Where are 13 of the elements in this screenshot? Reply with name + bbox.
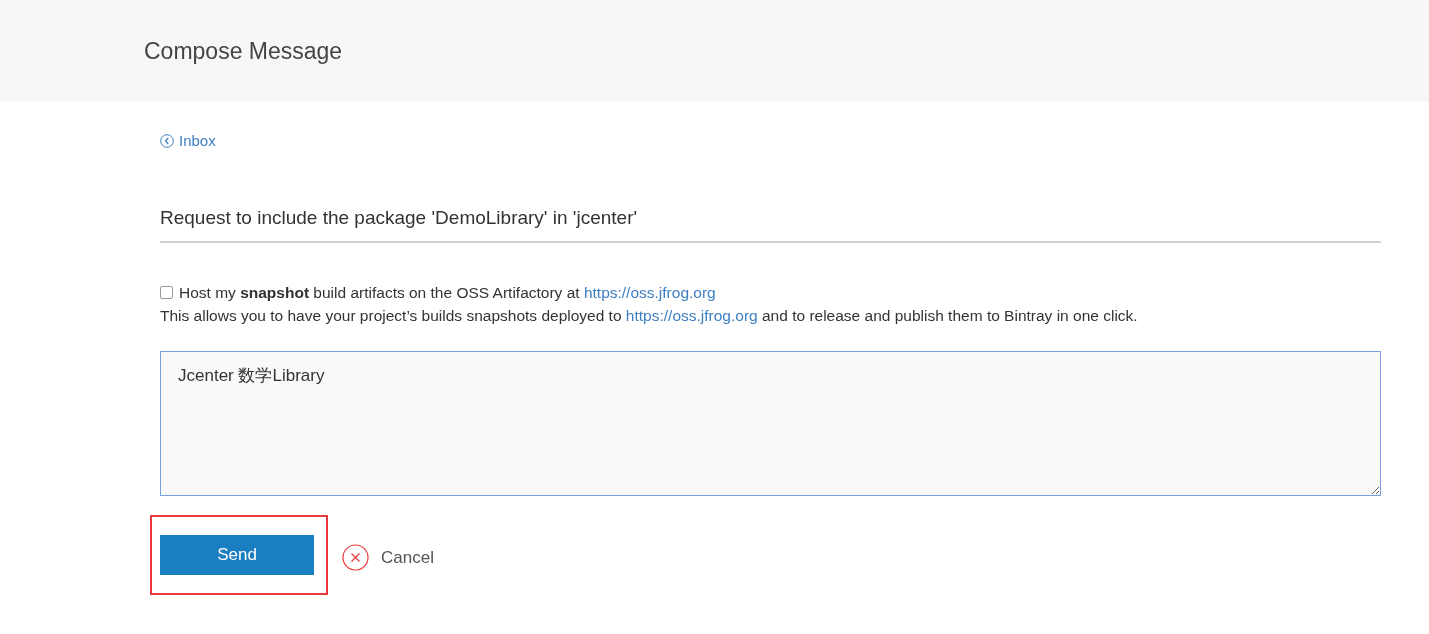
oss-link[interactable]: https://oss.jfrog.org (625, 306, 758, 324)
close-icon (342, 544, 369, 571)
page-title: Compose Message (144, 37, 343, 65)
oss-link[interactable]: https://oss.jfrog.org (583, 283, 716, 301)
checkbox-label: Host my snapshot build artifacts on the OSS Artifactory at https://oss.jfrog.org (179, 282, 716, 303)
snapshot-checkbox[interactable] (160, 285, 173, 299)
inbox-link[interactable]: Inbox (160, 132, 216, 149)
send-button[interactable]: Send (160, 534, 314, 575)
back-icon (160, 133, 174, 148)
message-field[interactable]: Jcenter 数学Library (160, 350, 1381, 496)
description-text: This allows you to have your project’s builds snapshots deployed to https://oss.jfrog.org and to release and publish them to Bintray in one click. (160, 305, 1139, 326)
subject-field[interactable]: Request to include the package 'DemoLibrary' in 'jcenter' (160, 206, 1381, 243)
cancel-button[interactable]: Cancel (342, 544, 434, 571)
